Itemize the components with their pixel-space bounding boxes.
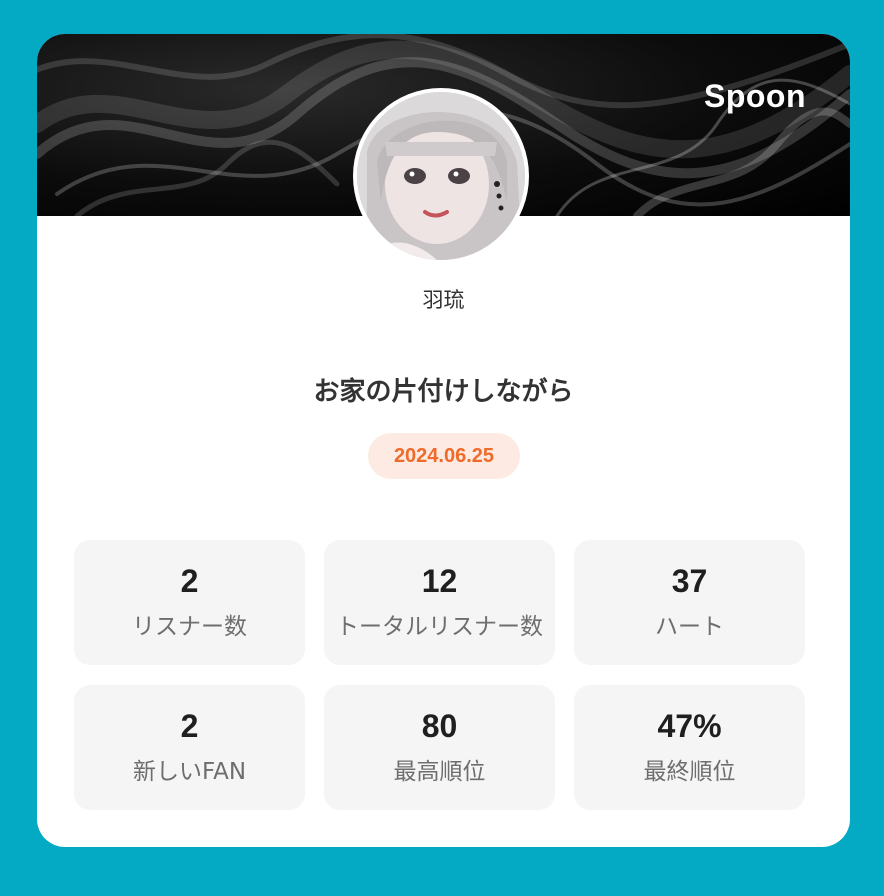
- stat-label: トータルリスナー数: [336, 614, 543, 641]
- stat-new-fans: 2 新しいFAN: [74, 685, 305, 810]
- date-badge: 2024.06.25: [368, 433, 520, 479]
- stat-total-listeners: 12 トータルリスナー数: [324, 540, 555, 665]
- broadcast-title: お家の片付けしながら: [313, 377, 574, 407]
- stats-grid: 2 リスナー数 12 トータルリスナー数 37 ハート 2 新しいFAN 80 …: [74, 540, 806, 810]
- stat-label: リスナー数: [132, 614, 247, 641]
- stat-value: 2: [180, 562, 199, 599]
- username: 羽琉: [422, 288, 465, 312]
- stat-value: 2: [180, 707, 199, 744]
- stat-highest-rank: 80 最高順位: [324, 685, 555, 810]
- summary-card: Spoon 羽琉 お家の片付けしながら 2024.06.25 2 リスナー数 1…: [37, 34, 850, 847]
- spoon-logo: Spoon: [703, 78, 806, 114]
- stat-value: 37: [671, 562, 708, 599]
- avatar: [353, 88, 529, 264]
- stat-listeners: 2 リスナー数: [74, 540, 305, 665]
- avatar-illustration: [357, 92, 525, 260]
- stat-hearts: 37 ハート: [574, 540, 805, 665]
- stat-final-rank: 47% 最終順位: [574, 685, 805, 810]
- stat-value: 12: [421, 562, 458, 599]
- stat-value: 80: [421, 707, 458, 744]
- stat-label: 新しいFAN: [132, 759, 247, 786]
- stat-label: 最高順位: [393, 759, 486, 786]
- stat-label: 最終順位: [643, 759, 736, 786]
- stat-label: ハート: [655, 614, 724, 641]
- stat-value: 47%: [657, 707, 722, 744]
